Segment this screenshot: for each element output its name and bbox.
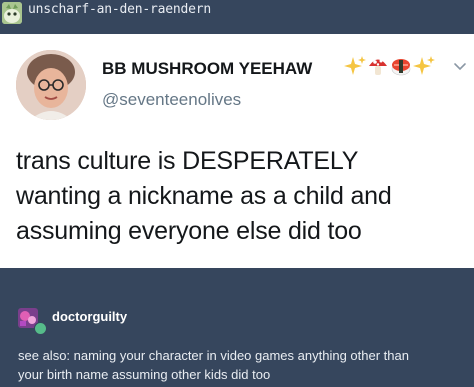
reply-username[interactable]: doctorguilty [52,309,127,324]
reply-text-line: your birth name assuming other kids did … [18,367,271,382]
tweet-display-name[interactable]: BB MUSHROOM YEEHAW [102,59,312,79]
chevron-down-icon[interactable] [452,58,468,74]
tweet-text-line: trans culture is DESPERATELY [16,147,359,175]
reblog-header: unscharf-an-den-raendern [0,0,474,34]
tweet-text-line: assuming everyone else did too [16,217,362,245]
tweet-card: BB MUSHROOM YEEHAW @seventeenolives tran… [0,34,474,268]
reply-text: see also: naming your character in video… [18,346,470,384]
mushroom-icon [367,55,389,82]
tweet-text: trans culture is DESPERATELY wanting a n… [16,144,468,249]
sparkles-icon [344,55,366,82]
reblogger-avatar[interactable] [2,2,22,24]
sparkles-icon [413,55,435,82]
tweet-text-line: wanting a nickname as a child and [16,182,392,210]
tweet-avatar[interactable] [16,50,86,120]
tweet-handle[interactable]: @seventeenolives [102,90,241,110]
reply-text-line: see also: naming your character in video… [18,348,409,363]
sushi-icon [390,55,412,82]
name-emoji-group [344,55,435,82]
reblog-badge-icon [34,322,47,335]
reblogger-username[interactable]: unscharf-an-den-raendern [28,2,211,17]
